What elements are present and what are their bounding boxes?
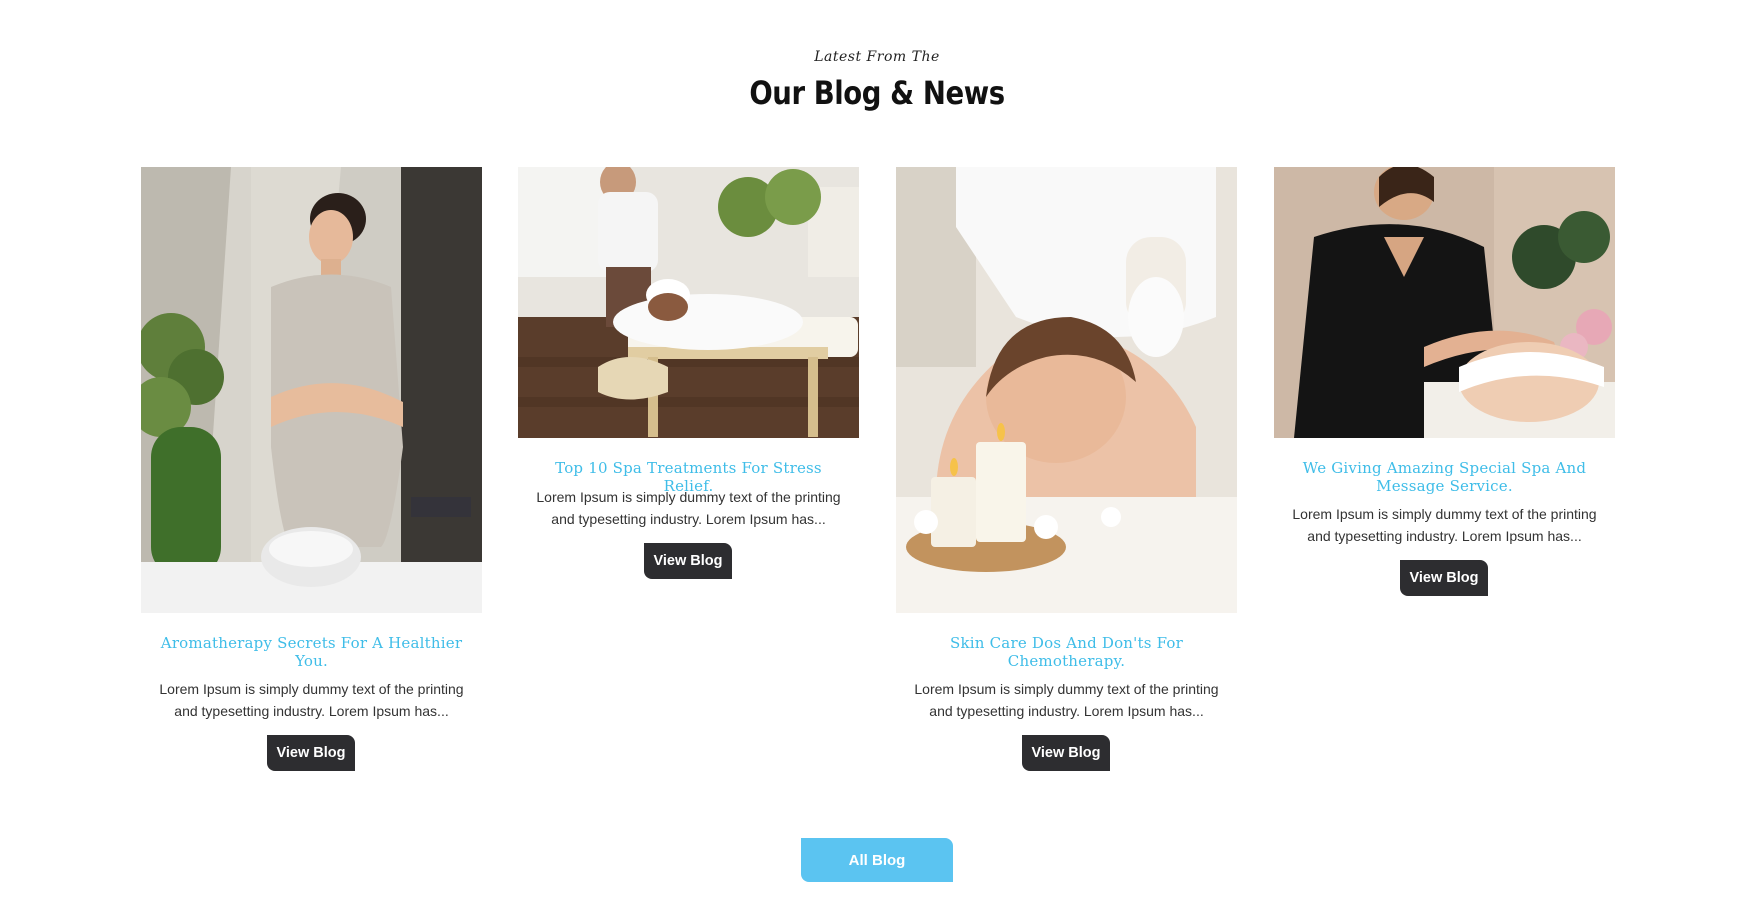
blog-card-excerpt: Lorem Ipsum is simply dummy text of the …: [536, 489, 841, 527]
section-heading: Our Blog & News: [749, 74, 1005, 112]
blog-card-image[interactable]: [896, 167, 1237, 613]
blog-card-title[interactable]: We Giving Amazing Special Spa And Messag…: [1274, 459, 1615, 495]
blog-card-excerpt: Lorem Ipsum is simply dummy text of the …: [1292, 506, 1597, 544]
blog-card-image[interactable]: [141, 167, 482, 613]
therapist-with-towel-photo: [141, 167, 482, 613]
all-blog-button[interactable]: All Blog: [801, 838, 953, 882]
blog-card-excerpt: Lorem Ipsum is simply dummy text of the …: [914, 681, 1219, 719]
view-blog-button[interactable]: View Blog: [267, 735, 355, 771]
blog-card-title[interactable]: Skin Care Dos And Don'ts For Chemotherap…: [896, 634, 1237, 670]
blog-card-title[interactable]: Aromatherapy Secrets For A Healthier You…: [141, 634, 482, 670]
blog-card-image[interactable]: [1274, 167, 1615, 438]
section-kicker: Latest From The: [814, 49, 940, 65]
view-blog-button[interactable]: View Blog: [1022, 735, 1110, 771]
blog-card-image[interactable]: [518, 167, 859, 438]
herbal-compress-candles-photo: [896, 167, 1237, 613]
view-blog-button[interactable]: View Blog: [1400, 560, 1488, 596]
blog-card-excerpt: Lorem Ipsum is simply dummy text of the …: [159, 681, 464, 719]
view-blog-button[interactable]: View Blog: [644, 543, 732, 579]
back-massage-photo: [518, 167, 859, 438]
facial-massage-photo: [1274, 167, 1615, 438]
blog-section: Latest From The Our Blog & News Aromathe…: [0, 0, 1754, 903]
